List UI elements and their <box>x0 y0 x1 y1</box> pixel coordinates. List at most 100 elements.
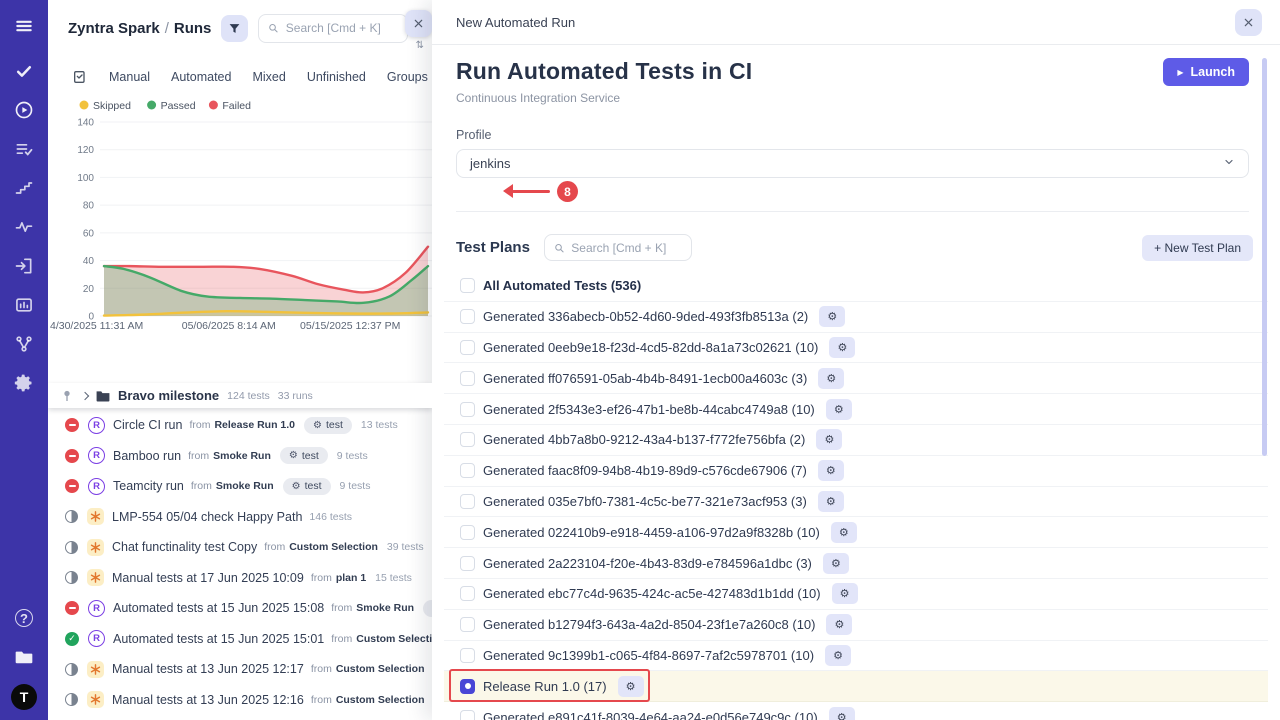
test-plan-row[interactable]: Generated 035e7bf0-7381-4c5c-be77-321e73… <box>444 487 1268 518</box>
checkbox[interactable] <box>460 371 475 386</box>
test-chip[interactable]: ⚙test <box>304 417 352 434</box>
settings-gear-icon[interactable] <box>12 371 36 395</box>
checkbox[interactable] <box>460 309 475 324</box>
test-plan-settings-button[interactable]: ⚙ <box>831 522 857 543</box>
test-plan-settings-button[interactable]: ⚙ <box>825 645 851 666</box>
checkbox[interactable] <box>460 402 475 417</box>
run-row[interactable]: RAutomated tests at 15 Jun 2025 15:08fro… <box>48 593 432 624</box>
test-cases-list-icon[interactable] <box>12 137 36 161</box>
test-plan-row[interactable]: Generated 2a223104-f20e-4b43-83d9-e78459… <box>444 548 1268 579</box>
checkbox[interactable] <box>460 340 475 355</box>
test-plans-search <box>544 234 692 261</box>
test-plan-row[interactable]: Generated b12794f3-643a-4a2d-8504-23f1e7… <box>444 610 1268 641</box>
run-from-label: from <box>188 450 209 462</box>
test-plan-settings-button[interactable]: ⚙ <box>829 707 855 720</box>
test-plan-row[interactable]: Generated 0eeb9e18-f23d-4cd5-82dd-8a1a73… <box>444 333 1268 364</box>
profile-select[interactable]: jenkins <box>456 149 1249 178</box>
test-plan-row[interactable]: Generated faac8f09-94b8-4b19-89d9-c576cd… <box>444 456 1268 487</box>
test-plan-row[interactable]: Generated ebc77c4d-9635-424c-ac5e-427483… <box>444 579 1268 610</box>
runs-search-input[interactable] <box>286 21 399 35</box>
steps-icon[interactable] <box>12 176 36 200</box>
checkmark-icon[interactable] <box>12 59 36 83</box>
checkbox[interactable] <box>460 278 475 293</box>
tab-groups[interactable]: Groups <box>387 70 428 84</box>
panel-close-button[interactable] <box>1235 9 1262 36</box>
run-row[interactable]: Manual tests at 13 Jun 2025 12:16fromCus… <box>48 685 432 716</box>
activity-pulse-icon[interactable] <box>12 215 36 239</box>
test-chip[interactable]: ⚙test <box>283 478 331 495</box>
test-plan-settings-button[interactable]: ⚙ <box>823 553 849 574</box>
runs-panel-close-button[interactable] <box>405 10 432 37</box>
test-plan-settings-button[interactable]: ⚙ <box>818 460 844 481</box>
test-plan-row[interactable]: Release Run 1.0 (17)⚙ <box>444 671 1268 702</box>
test-plan-row[interactable]: Generated e891c41f-8039-4e64-aa24-e0d56e… <box>444 702 1268 720</box>
test-plan-settings-button[interactable]: ⚙ <box>829 337 855 358</box>
reports-icon[interactable] <box>12 293 36 317</box>
tab-unfinished[interactable]: Unfinished <box>307 70 366 84</box>
launch-button[interactable]: ▶ Launch <box>1163 58 1249 86</box>
run-row[interactable]: RCircle CI runfromRelease Run 1.0⚙test13… <box>48 410 432 441</box>
filter-button[interactable] <box>221 15 248 42</box>
checkbox[interactable] <box>460 586 475 601</box>
test-plan-row[interactable]: All Automated Tests (536) <box>444 271 1268 302</box>
test-plan-settings-button[interactable]: ⚙ <box>826 399 852 420</box>
test-chip[interactable]: ⚙test <box>423 600 432 617</box>
branch-icon[interactable] <box>12 332 36 356</box>
folder-icon[interactable] <box>12 645 36 669</box>
automated-run-icon: R <box>88 417 105 434</box>
test-plan-settings-button[interactable]: ⚙ <box>818 368 844 389</box>
checkbox[interactable] <box>460 617 475 632</box>
funnel-icon <box>228 22 241 35</box>
test-plan-settings-button[interactable]: ⚙ <box>819 306 845 327</box>
test-plan-row[interactable]: Generated 4bb7a8b0-9212-43a4-b137-f772fe… <box>444 425 1268 456</box>
new-test-plan-button[interactable]: + New Test Plan <box>1142 235 1253 261</box>
menu-icon[interactable] <box>12 14 36 38</box>
test-plan-row[interactable]: Generated 336abecb-0b52-4d60-9ded-493f3f… <box>444 302 1268 333</box>
help-icon[interactable]: ? <box>12 606 36 630</box>
tab-mixed[interactable]: Mixed <box>252 70 285 84</box>
milestone-row[interactable]: Bravo milestone 124 tests 33 runs <box>48 383 432 408</box>
breadcrumb-project[interactable]: Zyntra Spark <box>68 20 160 37</box>
run-row[interactable]: Chat functinality test CopyfromCustom Se… <box>48 532 432 563</box>
run-row[interactable]: ✓RAutomated tests at 15 Jun 2025 15:01fr… <box>48 624 432 655</box>
select-all-icon[interactable] <box>72 69 88 85</box>
checkbox[interactable] <box>460 710 475 720</box>
user-avatar[interactable]: T <box>11 684 37 710</box>
sort-icon[interactable]: ⇅ <box>416 40 424 51</box>
test-plan-settings-button[interactable]: ⚙ <box>618 676 644 697</box>
checkbox[interactable] <box>460 556 475 571</box>
test-plan-row[interactable]: Generated ff076591-05ab-4b4b-8491-1ecb00… <box>444 363 1268 394</box>
svg-text:40: 40 <box>83 256 95 267</box>
sign-in-icon[interactable] <box>12 254 36 278</box>
checkbox-checked[interactable] <box>460 679 475 694</box>
area-chart: 0204060801001201404/30/2025 11:31 AM05/0… <box>48 92 432 340</box>
checkbox[interactable] <box>460 525 475 540</box>
checkbox[interactable] <box>460 494 475 509</box>
checkbox[interactable] <box>460 463 475 478</box>
section-divider <box>456 211 1249 212</box>
tab-automated[interactable]: Automated <box>171 70 231 84</box>
test-plan-settings-button[interactable]: ⚙ <box>816 429 842 450</box>
run-row[interactable]: Manual tests at 13 Jun 2025 12:17fromCus… <box>48 654 432 685</box>
run-row[interactable]: LMP-554 05/04 check Happy Path146 tests <box>48 502 432 533</box>
test-chip[interactable]: ⚙test <box>280 447 328 464</box>
checkbox[interactable] <box>460 432 475 447</box>
play-circle-icon[interactable] <box>12 98 36 122</box>
run-row[interactable]: Manual tests at 17 Jun 2025 10:09frompla… <box>48 563 432 594</box>
checkbox[interactable] <box>460 648 475 663</box>
panel-scrollbar[interactable] <box>1262 58 1267 456</box>
chevron-right-icon[interactable] <box>81 391 89 399</box>
test-plan-settings-button[interactable]: ⚙ <box>818 491 844 512</box>
svg-text:05/06/2025 8:14 AM: 05/06/2025 8:14 AM <box>182 320 276 332</box>
test-plan-row[interactable]: Generated 2f5343e3-ef26-47b1-be8b-44cabc… <box>444 394 1268 425</box>
test-plan-settings-button[interactable]: ⚙ <box>832 583 858 604</box>
test-plan-row[interactable]: Generated 9c1399b1-c065-4f84-8697-7af2c5… <box>444 641 1268 672</box>
tab-manual[interactable]: Manual <box>109 70 150 84</box>
manual-run-icon <box>87 661 104 678</box>
run-row[interactable]: RTeamcity runfromSmoke Run⚙test9 tests <box>48 471 432 502</box>
status-failed-icon <box>65 479 79 493</box>
test-plans-search-input[interactable] <box>571 241 682 255</box>
test-plan-row[interactable]: Generated 022410b9-e918-4459-a106-97d2a9… <box>444 517 1268 548</box>
test-plan-settings-button[interactable]: ⚙ <box>826 614 852 635</box>
run-row[interactable]: RBamboo runfromSmoke Run⚙test9 tests <box>48 441 432 472</box>
